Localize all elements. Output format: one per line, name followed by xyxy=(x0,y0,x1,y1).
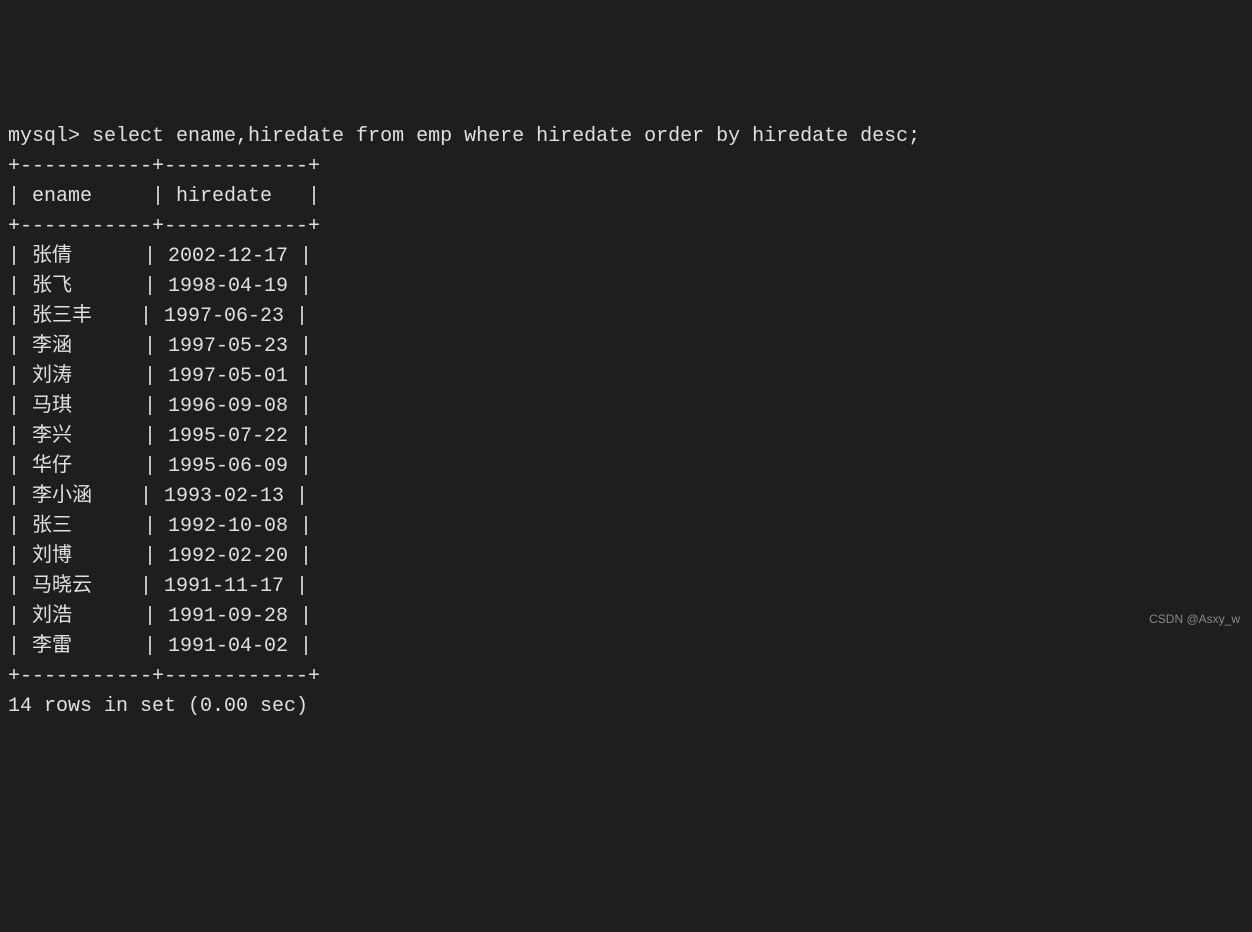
table-row: | 李涵 | 1997-05-23 | xyxy=(8,335,312,358)
table-border-mid: +-----------+------------+ xyxy=(8,215,320,238)
table-row: | 李小涵 | 1993-02-13 | xyxy=(8,485,308,508)
table-row: | 李兴 | 1995-07-22 | xyxy=(8,425,312,448)
table-row: | 刘博 | 1992-02-20 | xyxy=(8,545,312,568)
table-row: | 张三 | 1992-10-08 | xyxy=(8,515,312,538)
mysql-prompt: mysql> xyxy=(8,125,92,148)
table-border-bot: +-----------+------------+ xyxy=(8,665,320,688)
table-row: | 张倩 | 2002-12-17 | xyxy=(8,245,312,268)
table-row: | 华仔 | 1995-06-09 | xyxy=(8,455,312,478)
watermark: CSDN @Asxy_w xyxy=(1149,610,1240,628)
table-row: | 刘浩 | 1991-09-28 | xyxy=(8,605,312,628)
table-header-row: | ename | hiredate | xyxy=(8,185,320,208)
table-row: | 刘涛 | 1997-05-01 | xyxy=(8,365,312,388)
result-summary: 14 rows in set (0.00 sec) xyxy=(8,695,308,718)
table-row: | 马琪 | 1996-09-08 | xyxy=(8,395,312,418)
table-row: | 张飞 | 1998-04-19 | xyxy=(8,275,312,298)
terminal-output[interactable]: mysql> select ename,hiredate from emp wh… xyxy=(8,122,1244,722)
sql-query: select ename,hiredate from emp where hir… xyxy=(92,125,920,148)
table-border-top: +-----------+------------+ xyxy=(8,155,320,178)
table-row: | 马晓云 | 1991-11-17 | xyxy=(8,575,308,598)
table-row: | 张三丰 | 1997-06-23 | xyxy=(8,305,308,328)
table-row: | 李雷 | 1991-04-02 | xyxy=(8,635,312,658)
